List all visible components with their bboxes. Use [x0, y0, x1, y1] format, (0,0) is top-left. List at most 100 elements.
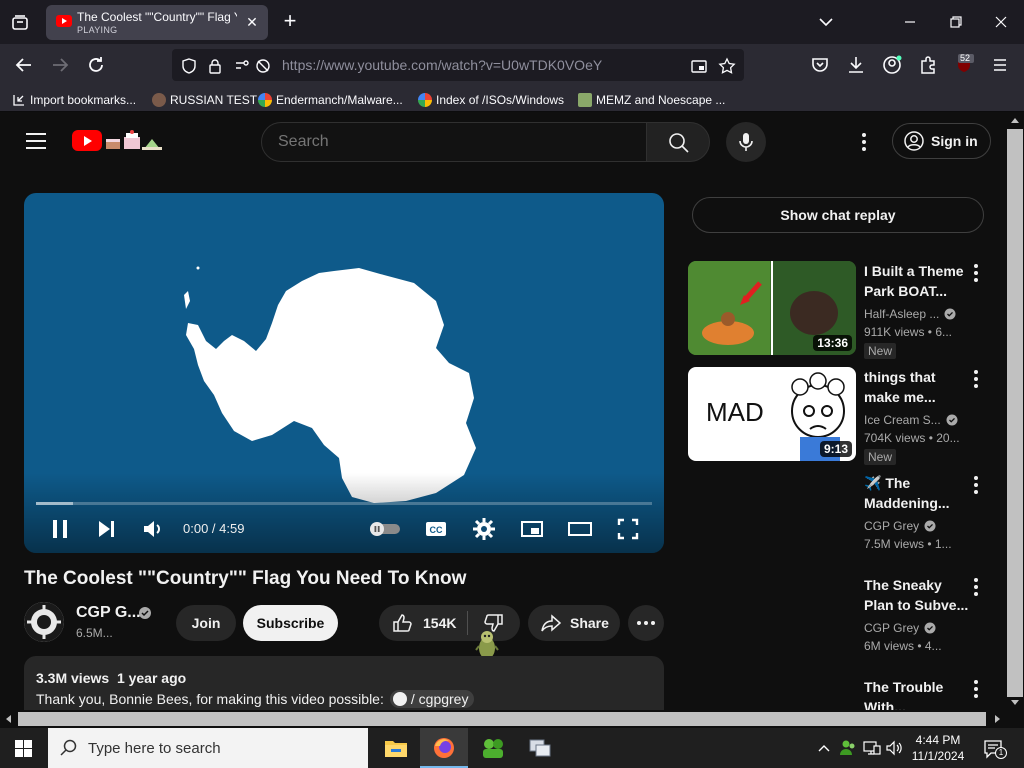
people-tray-icon[interactable] [838, 738, 858, 758]
recommendation-channel[interactable]: Ice Cream S... [864, 413, 958, 427]
vertical-scrollbar[interactable] [1006, 113, 1024, 710]
channel-name[interactable]: CGP G... [76, 604, 141, 622]
channel-avatar[interactable] [24, 602, 64, 642]
autoplay-blocked-icon[interactable] [254, 57, 272, 75]
scroll-left-icon[interactable] [5, 715, 11, 723]
recommendation-thumbnail[interactable]: 13:36 [688, 261, 856, 355]
scroll-right-icon[interactable] [995, 715, 1001, 723]
share-button[interactable]: Share [528, 605, 620, 641]
bonzi-buddy-icon[interactable] [468, 728, 516, 768]
voice-search-button[interactable] [726, 122, 766, 162]
reload-icon[interactable] [84, 53, 108, 77]
progress-bar[interactable] [36, 502, 652, 505]
next-video-icon[interactable] [92, 515, 120, 543]
search-input[interactable] [278, 133, 618, 151]
pocket-icon[interactable] [808, 53, 832, 77]
network-icon[interactable] [862, 738, 882, 758]
settings-gear-icon[interactable] [470, 515, 498, 543]
join-button[interactable]: Join [176, 605, 236, 641]
search-button[interactable] [646, 122, 710, 162]
horizontal-scrollbar[interactable] [0, 710, 1024, 728]
captions-icon[interactable]: CC [422, 515, 450, 543]
tab-list-icon[interactable] [8, 11, 32, 35]
ublock-icon[interactable]: 52 [952, 53, 976, 77]
theater-mode-icon[interactable] [566, 515, 594, 543]
app-menu-icon[interactable] [988, 53, 1012, 77]
horizontal-scroll-thumb[interactable] [18, 712, 986, 726]
recommendation-menu-icon[interactable] [970, 475, 982, 495]
forward-icon[interactable] [48, 53, 72, 77]
permissions-icon[interactable] [234, 57, 252, 75]
guide-menu-icon[interactable] [26, 133, 46, 149]
bookmark-isos[interactable]: Index of /ISOs/Windows [418, 91, 564, 109]
windows-start-icon[interactable] [0, 728, 48, 768]
video-more-actions-icon[interactable] [628, 605, 664, 641]
description-box[interactable]: 3.3M views 1 year ago Thank you, Bonnie … [24, 656, 664, 710]
recommendation-title[interactable]: things that make me... [864, 367, 968, 407]
tracking-shield-icon[interactable] [180, 57, 198, 75]
volume-tray-icon[interactable] [884, 738, 904, 758]
close-tab-icon[interactable]: ✕ [244, 14, 260, 30]
pause-icon[interactable] [46, 515, 74, 543]
picture-in-picture-icon[interactable] [690, 57, 708, 75]
taskbar-clock[interactable]: 4:44 PM 11/1/2024 [906, 732, 970, 764]
new-tab-icon[interactable]: + [278, 10, 302, 34]
extensions-icon[interactable] [916, 53, 940, 77]
scroll-up-icon[interactable] [1011, 117, 1019, 123]
recommendation-menu-icon[interactable] [970, 679, 982, 699]
subscribe-button[interactable]: Subscribe [243, 605, 338, 641]
recommendation-item[interactable]: MAD 9:13 things that make me... Ice Crea… [688, 367, 988, 467]
autoplay-toggle[interactable] [368, 515, 402, 543]
minimize-icon[interactable] [900, 12, 920, 32]
restore-icon[interactable] [946, 12, 966, 32]
fullscreen-icon[interactable] [614, 515, 642, 543]
recommendation-thumbnail[interactable]: MAD 9:13 [688, 367, 856, 461]
recommendation-title[interactable]: ✈️ The Maddening... [864, 473, 968, 513]
recommendation-channel[interactable]: Half-Asleep ... [864, 307, 956, 321]
show-hidden-icons-icon[interactable] [814, 738, 834, 758]
miniplayer-icon[interactable] [518, 515, 546, 543]
recommendation-item[interactable]: The Sneaky Plan to Subve... CGP Grey 6M … [688, 575, 988, 675]
recommendation-title[interactable]: The Trouble With... [864, 677, 968, 710]
url-text[interactable]: https://www.youtube.com/watch?v=U0wTDK0V… [282, 57, 602, 73]
firefox-icon[interactable] [420, 728, 468, 768]
downloads-icon[interactable] [844, 53, 868, 77]
scroll-down-icon[interactable] [1011, 700, 1019, 706]
bookmark-import[interactable]: Import bookmarks... [12, 91, 136, 109]
video-player[interactable]: 0:00 / 4:59 CC [24, 193, 664, 553]
show-chat-replay-button[interactable]: Show chat replay [692, 197, 984, 233]
cake-doodle-icon[interactable] [104, 129, 164, 151]
sign-in-button[interactable]: Sign in [892, 123, 991, 159]
bookmark-russian-test[interactable]: RUSSIAN TEST [152, 91, 257, 109]
recommendation-menu-icon[interactable] [970, 369, 982, 389]
taskbar-search-box[interactable]: Type here to search [48, 728, 368, 768]
bookmark-memz[interactable]: MEMZ and Noescape ... [578, 91, 725, 109]
browser-tab-active[interactable]: The Coolest ""Country"" Flag You PLAYING… [46, 5, 268, 40]
file-explorer-icon[interactable] [372, 728, 420, 768]
recommendation-title[interactable]: The Sneaky Plan to Subve... [864, 575, 968, 615]
recommendation-menu-icon[interactable] [970, 577, 982, 597]
volume-icon[interactable] [139, 515, 167, 543]
recommendation-channel[interactable]: CGP Grey [864, 519, 936, 533]
recommendation-item[interactable]: 13:36 I Built a Theme Park BOAT... Half-… [688, 261, 988, 361]
like-button[interactable]: 154K [379, 605, 467, 641]
settings-more-icon[interactable] [854, 131, 874, 153]
back-icon[interactable] [12, 53, 36, 77]
url-bar[interactable]: https://www.youtube.com/watch?v=U0wTDK0V… [172, 49, 744, 81]
recommendation-channel[interactable]: CGP Grey [864, 621, 936, 635]
notification-center-icon[interactable]: 1 [982, 738, 1007, 760]
recommendation-title[interactable]: I Built a Theme Park BOAT... [864, 261, 968, 301]
youtube-logo[interactable] [72, 130, 102, 151]
recommendation-menu-icon[interactable] [970, 263, 982, 283]
lock-icon[interactable] [206, 57, 224, 75]
bookmark-star-icon[interactable] [718, 57, 736, 75]
recommendation-item[interactable]: ✈️ The Maddening... CGP Grey 7.5M views … [688, 473, 988, 573]
recommendation-item[interactable]: The Trouble With... [688, 677, 988, 710]
account-icon[interactable] [880, 53, 904, 77]
vertical-scroll-thumb[interactable] [1007, 129, 1023, 697]
bookmark-endermanch[interactable]: Endermanch/Malware... [258, 91, 403, 109]
network-app-icon[interactable] [516, 728, 564, 768]
close-window-icon[interactable] [991, 12, 1011, 32]
list-all-tabs-icon[interactable] [816, 12, 836, 32]
channel-handle-link[interactable]: / cgpgrey [389, 690, 475, 708]
